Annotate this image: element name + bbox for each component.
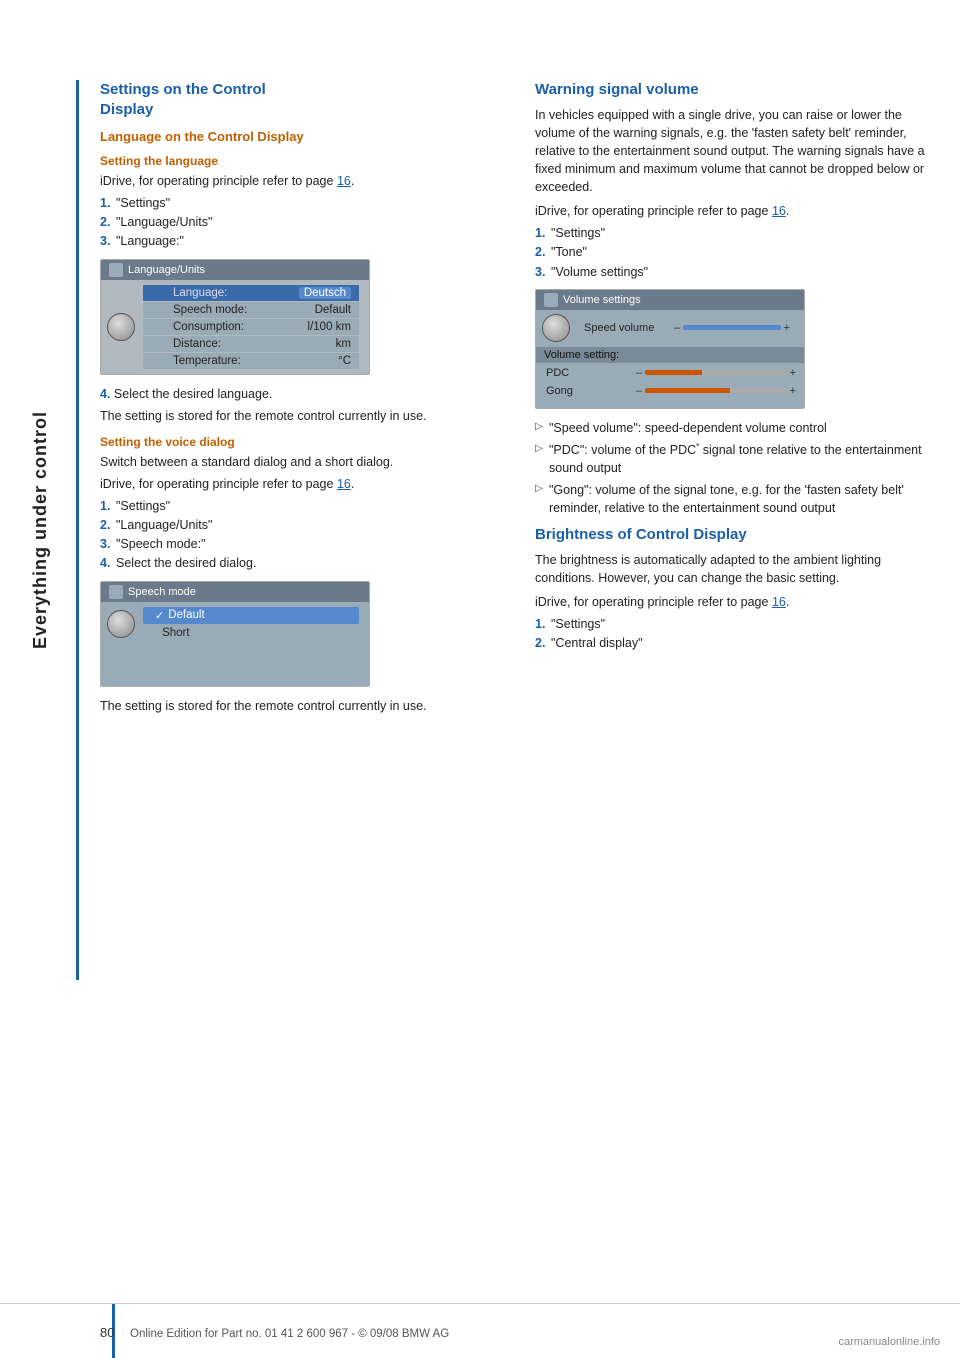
screen-knob-area-speech: ✓ Default Short [101, 602, 369, 646]
warning-steps-list: 1."Settings" 2."Tone" 3."Volume settings… [535, 224, 940, 280]
left-column: Settings on the Control Display Language… [100, 80, 505, 719]
screen-knob-volume [542, 314, 570, 342]
speed-slider-track [683, 325, 780, 330]
pdc-volume-slider: – + [636, 367, 796, 379]
footer: 80 Online Edition for Part no. 01 41 2 6… [0, 1303, 960, 1358]
list-item: 3."Speech mode:" [100, 535, 505, 553]
volume-screen-padding [536, 400, 804, 408]
warning-signal-desc: In vehicles equipped with a single drive… [535, 106, 940, 197]
screen-icon-lang [109, 263, 123, 277]
list-item: 4.Select the desired dialog. [100, 554, 505, 572]
bullet-item-gong: "Gong": volume of the signal tone, e.g. … [535, 481, 940, 517]
pdc-slider-track [645, 370, 786, 375]
gong-slider-track [645, 388, 786, 393]
setting-language-note: The setting is stored for the remote con… [100, 407, 505, 425]
volume-row-pdc: PDC – + [536, 364, 804, 382]
gong-volume-slider: – + [636, 385, 796, 397]
page-number: 80 [100, 1325, 114, 1340]
brightness-intro: iDrive, for operating principle refer to… [535, 593, 940, 611]
list-item: 2."Language/Units" [100, 516, 505, 534]
list-item: 1."Settings" [535, 224, 940, 242]
volume-bullets-list: "Speed volume": speed-dependent volume c… [535, 419, 940, 518]
list-item: 3."Volume settings" [535, 263, 940, 281]
warning-signal-title: Warning signal volume [535, 80, 940, 100]
screen-rows-lang: Language: Deutsch Speech mode: Default C… [135, 284, 363, 370]
columns-layout: Settings on the Control Display Language… [100, 80, 940, 719]
screen-icon-speech [109, 585, 123, 599]
language-units-screenshot: Language/Units Language: Deutsch Speech … [100, 259, 370, 375]
sidebar-accent-bar [76, 80, 79, 980]
screen-titlebar-speech: Speech mode [101, 582, 369, 602]
brightness-title: Brightness of Control Display [535, 525, 940, 545]
screen-knob-area-lang: Language: Deutsch Speech mode: Default C… [101, 280, 369, 374]
page-link-4[interactable]: 16 [772, 595, 786, 609]
setting-language-intro: iDrive, for operating principle refer to… [100, 172, 505, 190]
volume-section-label: Volume setting: [536, 347, 804, 363]
subsection-voice-dialog: Setting the voice dialog [100, 435, 505, 449]
volume-row-speed: Speed volume – + [574, 319, 798, 337]
sidebar: Everything under control [0, 80, 80, 980]
page-link-1[interactable]: 16 [337, 174, 351, 188]
volume-settings-screenshot: Volume settings Speed volume – + [535, 289, 805, 409]
screen-title-speech: Speech mode [128, 586, 196, 598]
page-link-3[interactable]: 16 [772, 204, 786, 218]
screen-title-volume: Volume settings [563, 294, 641, 306]
screen-title-lang: Language/Units [128, 264, 205, 276]
list-item: 1."Settings" [100, 194, 505, 212]
screen-knob-lang [107, 313, 135, 341]
list-item: 3."Language:" [100, 232, 505, 250]
list-item: 2."Central display" [535, 634, 940, 652]
voice-dialog-intro2: iDrive, for operating principle refer to… [100, 475, 505, 493]
screen-rows-volume: Speed volume – + [570, 319, 798, 337]
main-content: Settings on the Control Display Language… [100, 80, 940, 1298]
speech-mode-screenshot: Speech mode ✓ Default Short [100, 581, 370, 687]
screen-titlebar-lang: Language/Units [101, 260, 369, 280]
brightness-desc: The brightness is automatically adapted … [535, 551, 940, 587]
volume-row-gong: Gong – + [536, 382, 804, 400]
footer-logo: carmanualonline.info [838, 1336, 940, 1348]
subsection-setting-language: Setting the language [100, 154, 505, 168]
page-container: Everything under control Settings on the… [0, 0, 960, 1358]
warning-signal-intro: iDrive, for operating principle refer to… [535, 202, 940, 220]
voice-dialog-desc: Switch between a standard dialog and a s… [100, 453, 505, 471]
bullet-item-pdc: "PDC": volume of the PDC* signal tone re… [535, 441, 940, 477]
language-steps-list: 1."Settings" 2."Language/Units" 3."Langu… [100, 194, 505, 250]
screen-row-consumption: Consumption: l/100 km [143, 319, 359, 335]
sidebar-label: Everything under control [30, 411, 51, 649]
speech-row-short: Short [143, 625, 359, 641]
bullet-item-speed: "Speed volume": speed-dependent volume c… [535, 419, 940, 437]
speed-volume-slider: – + [674, 322, 790, 334]
screen-padding-speech [101, 646, 369, 686]
screen-knob-area-volume: Speed volume – + [536, 310, 804, 346]
subsection-language-display: Language on the Control Display [100, 129, 505, 144]
speech-row-default: ✓ Default [143, 607, 359, 624]
footer-copyright: Online Edition for Part no. 01 41 2 600 … [130, 1328, 449, 1340]
screen-row-temperature: Temperature: °C [143, 353, 359, 369]
voice-dialog-steps: 1."Settings" 2."Language/Units" 3."Speec… [100, 497, 505, 573]
screen-icon-volume [544, 293, 558, 307]
screen-row-distance: Distance: km [143, 336, 359, 352]
right-column: Warning signal volume In vehicles equipp… [535, 80, 940, 719]
step4-num: 4. [100, 387, 110, 401]
voice-dialog-note: The setting is stored for the remote con… [100, 697, 505, 715]
page-link-2[interactable]: 16 [337, 477, 351, 491]
screen-row-speech: Speech mode: Default [143, 302, 359, 318]
section-title-left: Settings on the Control Display [100, 80, 505, 119]
screen-row-language: Language: Deutsch [143, 285, 359, 301]
screen-knob-speech [107, 610, 135, 638]
step4-text: 4. Select the desired language. [100, 385, 505, 403]
screen-titlebar-volume: Volume settings [536, 290, 804, 310]
list-item: 2."Tone" [535, 243, 940, 261]
screen-rows-speech: ✓ Default Short [135, 606, 363, 642]
list-item: 1."Settings" [535, 615, 940, 633]
list-item: 2."Language/Units" [100, 213, 505, 231]
list-item: 1."Settings" [100, 497, 505, 515]
brightness-steps-list: 1."Settings" 2."Central display" [535, 615, 940, 652]
